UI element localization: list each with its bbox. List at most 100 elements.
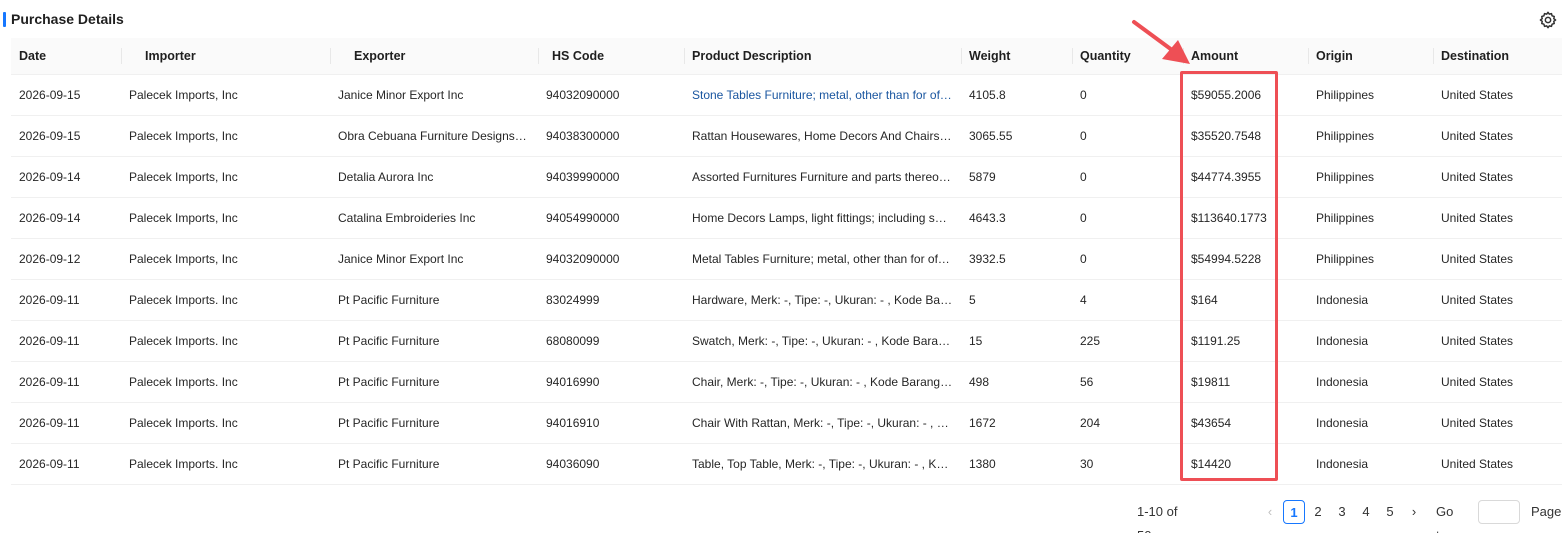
table-row[interactable]: 2026-09-11 Palecek Imports. Inc Pt Pacific… bbox=[11, 320, 1562, 362]
cell-destination: United States bbox=[1433, 156, 1562, 198]
cell-quantity: 204 bbox=[1072, 402, 1183, 444]
cell-importer: Palecek Imports. Inc bbox=[121, 361, 330, 403]
cell-amount: $44774.3955 bbox=[1183, 156, 1308, 198]
cell-hs-code: 94039990000 bbox=[538, 156, 684, 198]
cell-product-description: Metal Tables Furniture; metal, other tha… bbox=[684, 238, 961, 280]
page-button-5[interactable]: 5 bbox=[1379, 500, 1401, 524]
page-title: Purchase Details bbox=[11, 11, 124, 27]
cell-date: 2026-09-15 bbox=[11, 115, 121, 157]
table-header-row: Date Importer Exporter HS Code Product D… bbox=[11, 38, 1562, 75]
cell-hs-code: 68080099 bbox=[538, 320, 684, 362]
column-header-exporter[interactable]: Exporter bbox=[330, 38, 538, 75]
cell-origin: Philippines bbox=[1308, 238, 1433, 280]
cell-product-description: Home Decors Lamps, light fittings; inclu… bbox=[684, 197, 961, 239]
column-header-date[interactable]: Date bbox=[11, 38, 121, 75]
column-header-quantity[interactable]: Quantity bbox=[1072, 38, 1183, 75]
page-button-2[interactable]: 2 bbox=[1307, 500, 1329, 524]
cell-weight: 3065.55 bbox=[961, 115, 1072, 157]
cell-destination: United States bbox=[1433, 115, 1562, 157]
cell-exporter: Janice Minor Export Inc bbox=[330, 238, 538, 280]
cell-date: 2026-09-14 bbox=[11, 156, 121, 198]
column-header-hs-code[interactable]: HS Code bbox=[538, 38, 684, 75]
table-row[interactable]: 2026-09-11 Palecek Imports. Inc Pt Pacific… bbox=[11, 279, 1562, 321]
cell-date: 2026-09-11 bbox=[11, 320, 121, 362]
cell-importer: Palecek Imports. Inc bbox=[121, 402, 330, 444]
cell-quantity: 4 bbox=[1072, 279, 1183, 321]
cell-hs-code: 94038300000 bbox=[538, 115, 684, 157]
cell-destination: United States bbox=[1433, 443, 1562, 485]
cell-date: 2026-09-11 bbox=[11, 279, 121, 321]
table-row[interactable]: 2026-09-11 Palecek Imports. Inc Pt Pacific… bbox=[11, 443, 1562, 485]
page-button-4[interactable]: 4 bbox=[1355, 500, 1377, 524]
cell-hs-code: 94016910 bbox=[538, 402, 684, 444]
page-label: Page bbox=[1531, 504, 1562, 519]
column-header-destination[interactable]: Destination bbox=[1433, 38, 1562, 75]
prev-page-button[interactable]: ‹ bbox=[1259, 500, 1281, 524]
page-button-3[interactable]: 3 bbox=[1331, 500, 1353, 524]
cell-weight: 1672 bbox=[961, 402, 1072, 444]
cell-origin: Philippines bbox=[1308, 115, 1433, 157]
cell-exporter: Pt Pacific Furniture bbox=[330, 402, 538, 444]
cell-importer: Palecek Imports, Inc bbox=[121, 238, 330, 280]
cell-quantity: 56 bbox=[1072, 361, 1183, 403]
table-row[interactable]: 2026-09-12 Palecek Imports, Inc Janice Min… bbox=[11, 238, 1562, 280]
column-header-amount[interactable]: Amount bbox=[1183, 38, 1308, 75]
cell-date: 2026-09-11 bbox=[11, 443, 121, 485]
cell-importer: Palecek Imports, Inc bbox=[121, 115, 330, 157]
cell-product-description: Table, Top Table, Merk: -, Tipe: -, Ukur… bbox=[684, 443, 961, 485]
table-row[interactable]: 2026-09-14 Palecek Imports, Inc Detalia Au… bbox=[11, 156, 1562, 198]
cell-product-description[interactable]: Stone Tables Furniture; metal, other tha… bbox=[684, 74, 961, 116]
table-row[interactable]: 2026-09-11 Palecek Imports. Inc Pt Pacific… bbox=[11, 361, 1562, 403]
cell-origin: Indonesia bbox=[1308, 279, 1433, 321]
cell-weight: 5879 bbox=[961, 156, 1072, 198]
table-body: 2026-09-15 Palecek Imports, Inc Janice Min… bbox=[11, 74, 1562, 485]
gear-icon[interactable] bbox=[1538, 10, 1558, 30]
cell-exporter: Pt Pacific Furniture bbox=[330, 279, 538, 321]
cell-origin: Indonesia bbox=[1308, 320, 1433, 362]
cell-date: 2026-09-12 bbox=[11, 238, 121, 280]
page-button-1[interactable]: 1 bbox=[1283, 500, 1305, 524]
cell-destination: United States bbox=[1433, 361, 1562, 403]
cell-product-description: Chair, Merk: -, Tipe: -, Ukuran: - , Kod… bbox=[684, 361, 961, 403]
cell-exporter: Catalina Embroideries Inc bbox=[330, 197, 538, 239]
table-row[interactable]: 2026-09-14 Palecek Imports, Inc Catalina E… bbox=[11, 197, 1562, 239]
column-header-importer[interactable]: Importer bbox=[121, 38, 330, 75]
cell-origin: Philippines bbox=[1308, 156, 1433, 198]
cell-hs-code: 94032090000 bbox=[538, 74, 684, 116]
cell-exporter: Pt Pacific Furniture bbox=[330, 320, 538, 362]
title-accent-bar bbox=[3, 12, 6, 27]
table-row[interactable]: 2026-09-15 Palecek Imports, Inc Obra Cebua… bbox=[11, 115, 1562, 157]
cell-amount: $14420 bbox=[1183, 443, 1308, 485]
cell-importer: Palecek Imports. Inc bbox=[121, 443, 330, 485]
table-row[interactable]: 2026-09-11 Palecek Imports. Inc Pt Pacific… bbox=[11, 402, 1562, 444]
table-row[interactable]: 2026-09-15 Palecek Imports, Inc Janice Min… bbox=[11, 74, 1562, 116]
cell-product-description: Chair With Rattan, Merk: -, Tipe: -, Uku… bbox=[684, 402, 961, 444]
column-header-origin[interactable]: Origin bbox=[1308, 38, 1433, 75]
pagination-summary: 1-10 of 50 records bbox=[1137, 504, 1178, 533]
column-header-weight[interactable]: Weight bbox=[961, 38, 1072, 75]
panel-header: Purchase Details bbox=[0, 8, 1567, 32]
goto-page-input[interactable] bbox=[1478, 500, 1520, 524]
cell-product-description: Hardware, Merk: -, Tipe: -, Ukuran: - , … bbox=[684, 279, 961, 321]
cell-destination: United States bbox=[1433, 197, 1562, 239]
cell-quantity: 0 bbox=[1072, 197, 1183, 239]
cell-weight: 4643.3 bbox=[961, 197, 1072, 239]
cell-weight: 3932.5 bbox=[961, 238, 1072, 280]
cell-importer: Palecek Imports, Inc bbox=[121, 156, 330, 198]
purchase-table-container: Date Importer Exporter HS Code Product D… bbox=[11, 38, 1562, 485]
cell-importer: Palecek Imports. Inc bbox=[121, 320, 330, 362]
cell-origin: Philippines bbox=[1308, 74, 1433, 116]
cell-amount: $113640.1773 bbox=[1183, 197, 1308, 239]
cell-destination: United States bbox=[1433, 74, 1562, 116]
cell-date: 2026-09-14 bbox=[11, 197, 121, 239]
cell-origin: Indonesia bbox=[1308, 361, 1433, 403]
cell-importer: Palecek Imports, Inc bbox=[121, 74, 330, 116]
cell-amount: $1191.25 bbox=[1183, 320, 1308, 362]
column-header-product-description[interactable]: Product Description bbox=[684, 38, 961, 75]
cell-quantity: 225 bbox=[1072, 320, 1183, 362]
cell-weight: 1380 bbox=[961, 443, 1072, 485]
cell-importer: Palecek Imports. Inc bbox=[121, 279, 330, 321]
cell-origin: Indonesia bbox=[1308, 443, 1433, 485]
next-page-button[interactable]: › bbox=[1403, 500, 1425, 524]
cell-date: 2026-09-11 bbox=[11, 402, 121, 444]
